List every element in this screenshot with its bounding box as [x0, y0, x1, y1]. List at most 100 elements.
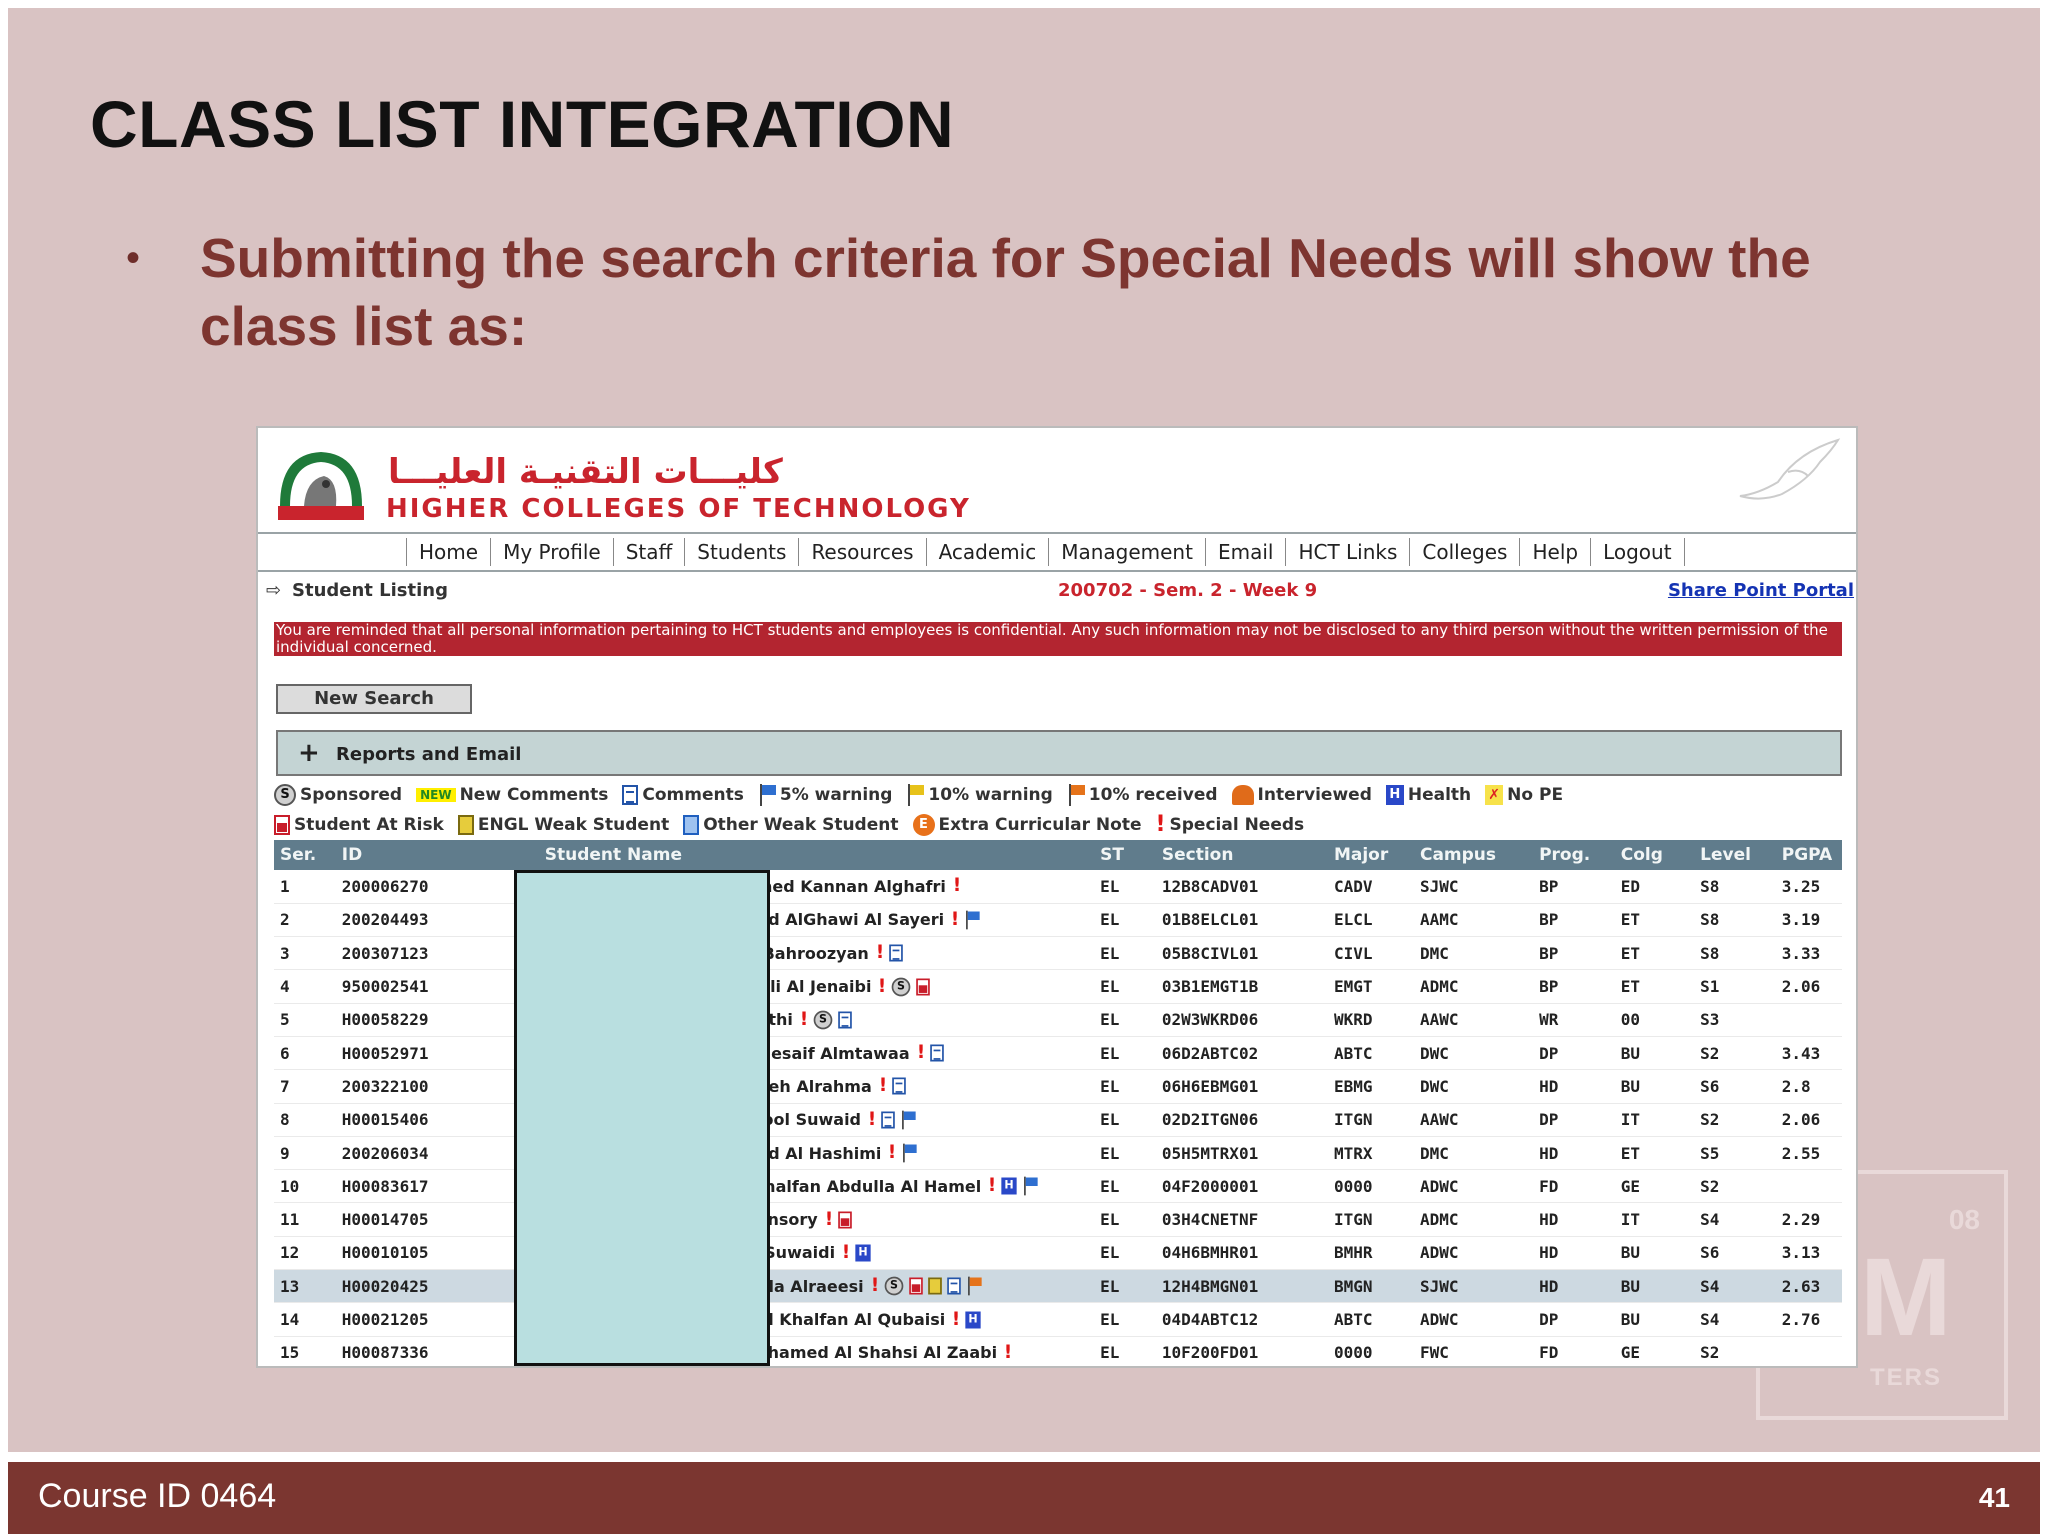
cell-section: 04D4ABTC12: [1155, 1302, 1328, 1337]
share-point-link[interactable]: Share Point Portal: [1668, 580, 1854, 601]
cell-major: ITGN: [1327, 1202, 1414, 1237]
column-header-id[interactable]: ID: [335, 840, 539, 870]
table-row[interactable]: 9 200206034 mad Al Hashimi! EL 05H5MTRX01 MTR…: [274, 1136, 1842, 1171]
nav-item-staff[interactable]: Staff: [612, 538, 685, 566]
legend-item: Other Weak Student: [683, 815, 899, 835]
expand-icon[interactable]: +: [298, 738, 320, 768]
table-row[interactable]: 8 H00015406 hyool Suwaid! EL 02D2ITGN06 ITGN A…: [274, 1103, 1842, 1137]
table-row[interactable]: 2 200204493 mad AlGhawi Al Sayeri! EL 01B8EL…: [274, 903, 1842, 938]
nav-item-help[interactable]: Help: [1519, 538, 1590, 566]
student-name[interactable]: l Khalfan Abdulla Al Hamel: [741, 1177, 982, 1196]
student-name[interactable]: mad AlGhawi Al Sayeri: [741, 910, 944, 929]
new-search-button[interactable]: New Search: [276, 684, 472, 714]
cell-colg: BU: [1614, 1036, 1695, 1071]
sponsored-icon: S: [813, 1010, 833, 1030]
watermark-letter: M: [1860, 1236, 1952, 1359]
cell-id: H00021205: [335, 1302, 539, 1337]
cell-st: EL: [1094, 870, 1156, 904]
special-needs-icon: !: [987, 1175, 997, 1197]
cell-colg: BU: [1614, 1236, 1695, 1271]
student-name[interactable]: ashed Kannan Alghafri: [741, 877, 946, 896]
table-row[interactable]: 11 H00014705 Mansory! EL 03H4CNETNF ITGN ADMC H…: [274, 1202, 1842, 1237]
interviewed-icon: [1231, 785, 1254, 805]
class-list-table: Ser. ID Student Name ST Section Major Campus Pr…: [274, 840, 1842, 1366]
cell-st: EL: [1094, 1302, 1156, 1337]
nav-item-my-profile[interactable]: My Profile: [490, 538, 613, 566]
confidentiality-notice: You are reminded that all personal infor…: [274, 622, 1842, 656]
special-needs-icon: !: [799, 1008, 809, 1031]
table-row[interactable]: 7 200322100 Saleh Alrahma! EL 06H6EBMG01 EBMG…: [274, 1069, 1842, 1104]
status-icons: ! H: [841, 1243, 875, 1263]
health-icon: H: [1001, 1177, 1017, 1195]
cell-campus: AAMC: [1413, 903, 1534, 938]
comments-icon: [888, 944, 903, 962]
reports-and-email-panel[interactable]: + Reports and Email: [276, 730, 1842, 776]
new-badge-icon: NEW: [416, 788, 456, 802]
table-row[interactable]: 10 H00083617 l Khalfan Abdulla Al Hamel! H E…: [274, 1169, 1842, 1204]
column-header-ser[interactable]: Ser.: [274, 840, 336, 870]
column-header-level[interactable]: Level: [1694, 840, 1776, 870]
nav-item-management[interactable]: Management: [1048, 538, 1205, 566]
cell-prog: DP: [1533, 1103, 1615, 1137]
cell-campus: DWC: [1413, 1069, 1534, 1104]
cell-prog: WR: [1533, 1003, 1615, 1037]
cell-campus: AAWC: [1413, 1103, 1534, 1137]
table-row[interactable]: 3 200307123 la Bahroozyan! EL 05B8CIVL01 CIVL…: [274, 936, 1842, 971]
nav-item-logout[interactable]: Logout: [1590, 538, 1685, 566]
column-header-colg[interactable]: Colg: [1614, 840, 1695, 870]
table-row[interactable]: 13 H00020425 dalla Alraeesi! S EL 12H4BMGN01 B…: [274, 1269, 1842, 1304]
column-header-st[interactable]: ST: [1094, 840, 1156, 870]
yellow-flag-icon: [906, 784, 925, 806]
column-header-prog[interactable]: Prog.: [1533, 840, 1615, 870]
table-row[interactable]: 12 H00010105 Al Suwaidi! H EL 04H6BMHR01 BMHR A…: [274, 1236, 1842, 1271]
student-name[interactable]: mel Khalfan Al Qubaisi: [741, 1310, 946, 1329]
cell-id: H00014705: [335, 1202, 539, 1237]
cell-level: S5: [1694, 1136, 1776, 1171]
comments-icon: [946, 1277, 961, 1295]
table-row[interactable]: 15 H00087336 Mohamed Al Shahsi Al Zaabi! EL…: [274, 1336, 1842, 1366]
nav-item-hct-links[interactable]: HCT Links: [1285, 538, 1409, 566]
table-row[interactable]: 14 H00021205 mel Khalfan Al Qubaisi! H EL 04D…: [274, 1302, 1842, 1337]
table-row[interactable]: 6 H00052971 n Nesaif Almtawaa! EL 06D2ABTC02…: [274, 1036, 1842, 1071]
cell-ser: 5: [274, 1003, 336, 1037]
cell-st: EL: [1094, 1103, 1156, 1137]
cell-st: EL: [1094, 1269, 1156, 1304]
cell-level: S6: [1694, 1069, 1776, 1104]
student-name[interactable]: Mohamed Al Shahsi Al Zaabi: [741, 1343, 997, 1362]
cell-major: BMHR: [1327, 1236, 1414, 1271]
legend-label: Student At Risk: [294, 815, 444, 835]
table-row[interactable]: 5H00058229haithi!SEL02W3WKRD06WKRDAAWCWR…: [274, 1003, 1842, 1037]
table-row[interactable]: 1 200006270 ashed Kannan Alghafri! EL 12B8CA…: [274, 870, 1842, 904]
legend-label: Interviewed: [1257, 785, 1372, 805]
column-header-major[interactable]: Major: [1327, 840, 1414, 870]
cell-campus: ADWC: [1413, 1236, 1534, 1271]
legend-label: 5% warning: [779, 785, 893, 805]
column-header-campus[interactable]: Campus: [1413, 840, 1534, 870]
sponsored-icon: S: [274, 784, 296, 806]
cell-section: 10F200FD01: [1155, 1336, 1328, 1366]
status-icons: ! H: [987, 1175, 1042, 1197]
cell-colg: IT: [1614, 1202, 1695, 1237]
nav-item-academic[interactable]: Academic: [925, 538, 1049, 566]
cell-pgpa: 2.06: [1775, 1103, 1842, 1137]
column-header-studentname[interactable]: Student Name: [538, 840, 1095, 870]
nav-item-colleges[interactable]: Colleges: [1409, 538, 1519, 566]
cell-section: 06D2ABTC02: [1155, 1036, 1328, 1071]
nav-item-home[interactable]: Home: [406, 538, 490, 566]
cell-section: 05H5MTRX01: [1155, 1136, 1328, 1171]
cell-level: S4: [1694, 1269, 1776, 1304]
legend-label: 10% received: [1088, 785, 1218, 805]
nav-item-email[interactable]: Email: [1204, 538, 1286, 566]
blue-flag-icon: [758, 784, 776, 806]
cell-section: 05B8CIVL01: [1155, 936, 1328, 971]
cell-pgpa: 3.33: [1775, 936, 1842, 971]
column-header-section[interactable]: Section: [1155, 840, 1328, 870]
nav-item-resources[interactable]: Resources: [798, 538, 925, 566]
comments-icon: [881, 1111, 895, 1129]
table-row[interactable]: 4 950002541 n Ali Al Jenaibi! S EL 03B1EMGT1B…: [274, 969, 1842, 1004]
column-header-pgpa[interactable]: PGPA: [1775, 840, 1842, 870]
cell-campus: DMC: [1413, 936, 1534, 971]
cell-ser: 7: [274, 1069, 336, 1104]
nav-item-students[interactable]: Students: [684, 538, 798, 566]
cell-st: EL: [1094, 1069, 1156, 1104]
